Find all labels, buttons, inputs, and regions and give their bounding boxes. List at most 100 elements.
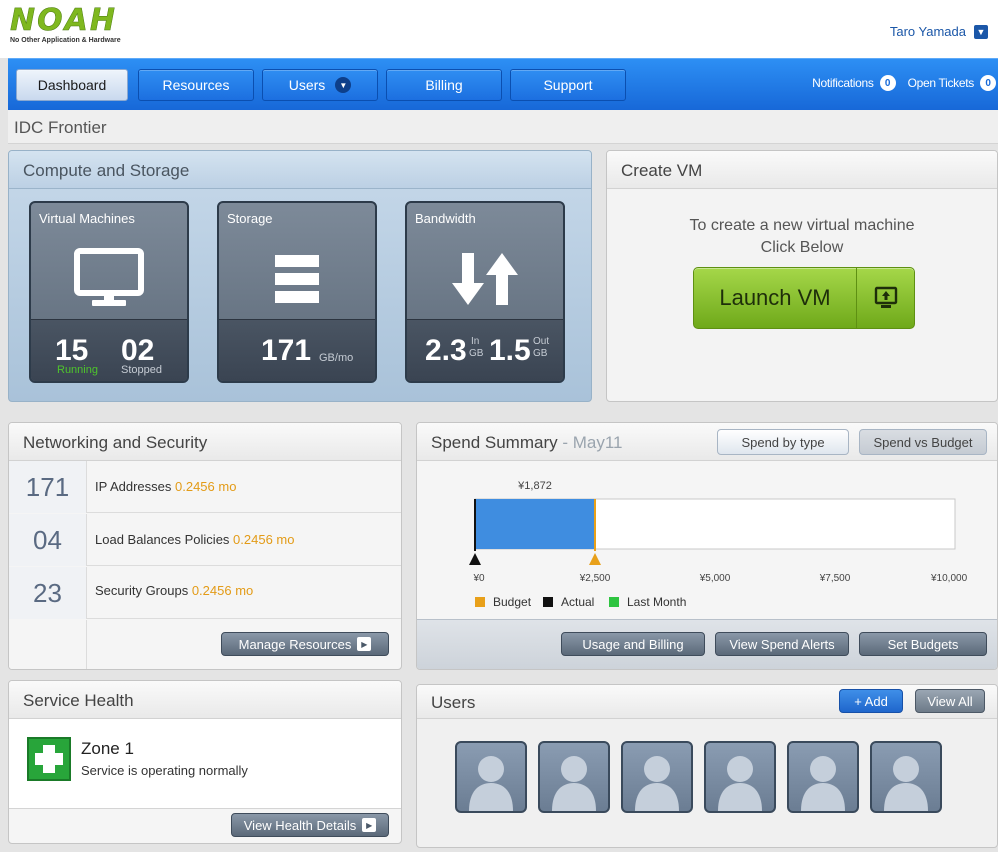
person-icon bbox=[718, 756, 762, 811]
spend-vs-budget-label: Spend vs Budget bbox=[873, 434, 973, 450]
vm-stopped-label: Stopped bbox=[121, 364, 162, 376]
spend-vs-budget-toggle[interactable]: Spend vs Budget bbox=[859, 429, 987, 455]
notifications-count[interactable]: 0 bbox=[879, 75, 896, 91]
usage-billing-button[interactable]: Usage and Billing bbox=[561, 632, 705, 656]
lb-label-text: Load Balances Policies bbox=[95, 532, 230, 547]
user-avatar[interactable] bbox=[787, 741, 859, 813]
storage-tile[interactable]: Storage 171 GB/mo bbox=[217, 201, 377, 383]
load-balancers-label: Load Balances Policies 0.2456 mo bbox=[95, 532, 294, 547]
user-avatar[interactable] bbox=[621, 741, 693, 813]
axis-ticks: ¥0 ¥2,500 ¥5,000 ¥7,500 ¥10,000 bbox=[472, 573, 967, 584]
chevron-down-icon: ▼ bbox=[335, 77, 352, 93]
networking-title: Networking and Security bbox=[9, 423, 401, 461]
bandwidth-out-value: 1.5 bbox=[489, 334, 531, 367]
view-all-users-button[interactable]: View All bbox=[915, 689, 985, 713]
user-avatar[interactable] bbox=[538, 741, 610, 813]
vm-tile-stats: 15 Running 02 Stopped bbox=[31, 319, 187, 381]
load-balancers-count: 04 bbox=[9, 514, 87, 566]
open-tickets-count[interactable]: 0 bbox=[980, 75, 996, 91]
zone-status[interactable]: Zone 1 Service is operating normally bbox=[9, 719, 401, 809]
nav-support-label: Support bbox=[543, 77, 593, 93]
bandwidth-in-value: 2.3 bbox=[425, 334, 467, 367]
spend-title: Spend Summary bbox=[431, 433, 558, 452]
health-details-label: View Health Details bbox=[243, 817, 357, 833]
load-balancers-row[interactable]: 04 Load Balances Policies 0.2456 mo bbox=[9, 514, 401, 566]
logo-wordmark: NOAH bbox=[10, 3, 117, 38]
legend-label: Budget bbox=[493, 595, 532, 609]
launch-vm-button[interactable]: Launch VM bbox=[693, 267, 915, 329]
top-header: NOAH No Other Application & Hardware Tar… bbox=[0, 0, 998, 58]
site-title-bar: IDC Frontier bbox=[8, 110, 998, 144]
nav-dashboard[interactable]: Dashboard bbox=[16, 69, 128, 101]
person-icon bbox=[552, 756, 596, 811]
manage-resources-button[interactable]: Manage Resources ▶ bbox=[221, 632, 389, 656]
set-budgets-label: Set Budgets bbox=[887, 636, 959, 652]
view-health-details-button[interactable]: View Health Details ▶ bbox=[231, 813, 389, 837]
bandwidth-in-unit: GB bbox=[469, 348, 484, 359]
create-vm-panel: Create VM To create a new virtual machin… bbox=[606, 150, 998, 402]
chevron-down-icon[interactable]: ▼ bbox=[974, 24, 988, 39]
person-icon bbox=[801, 756, 845, 811]
legend-swatch bbox=[609, 597, 619, 607]
bandwidth-out-unit: GB bbox=[533, 348, 548, 359]
lb-price: 0.2456 mo bbox=[233, 532, 295, 547]
spend-summary-panel: Spend Summary - May11 Spend by type Spen… bbox=[416, 422, 998, 670]
person-icon bbox=[884, 756, 928, 811]
security-groups-row[interactable]: 23 Security Groups 0.2456 mo bbox=[9, 567, 401, 619]
nav-support[interactable]: Support bbox=[510, 69, 626, 101]
user-avatar[interactable] bbox=[704, 741, 776, 813]
service-health-panel: Service Health Zone 1 Service is operati… bbox=[8, 680, 402, 844]
ip-addresses-row[interactable]: 171 IP Addresses 0.2456 mo bbox=[9, 461, 401, 513]
nav-billing[interactable]: Billing bbox=[386, 69, 502, 101]
create-vm-line1: To create a new virtual machine bbox=[689, 217, 915, 234]
nav-billing-label: Billing bbox=[425, 77, 463, 93]
nav-dashboard-label: Dashboard bbox=[37, 77, 107, 93]
spend-actions: Usage and Billing View Spend Alerts Set … bbox=[417, 619, 997, 669]
noah-logo[interactable]: NOAH No Other Application & Hardware bbox=[10, 3, 121, 44]
user-menu[interactable]: Taro Yamada ▼ bbox=[890, 24, 988, 39]
open-tickets-link[interactable]: Open Tickets bbox=[908, 76, 975, 90]
set-budgets-button[interactable]: Set Budgets bbox=[859, 632, 987, 656]
spend-by-type-label: Spend by type bbox=[741, 434, 825, 450]
user-name[interactable]: Taro Yamada bbox=[890, 24, 966, 39]
launch-vm-label: Launch VM bbox=[719, 285, 831, 310]
networking-footer: Manage Resources ▶ bbox=[9, 620, 401, 669]
notifications-link[interactable]: Notifications bbox=[812, 76, 874, 90]
legend-label: Actual bbox=[561, 595, 594, 609]
view-spend-alerts-button[interactable]: View Spend Alerts bbox=[715, 632, 849, 656]
budget-marker-triangle bbox=[589, 553, 601, 565]
virtual-machines-tile[interactable]: Virtual Machines 15 Running 02 Stopped bbox=[29, 201, 189, 383]
vm-stopped-count: 02 bbox=[121, 334, 155, 367]
bandwidth-in-label: In bbox=[471, 336, 480, 347]
storage-stack-icon bbox=[219, 239, 375, 319]
axis-tick-label: ¥5,000 bbox=[699, 573, 731, 584]
add-user-button[interactable]: + Add bbox=[839, 689, 903, 713]
axis-tick-label: ¥7,500 bbox=[819, 573, 851, 584]
bandwidth-tile[interactable]: Bandwidth 2.3 In GB 1.5 Out GB bbox=[405, 201, 565, 383]
zone-name: Zone 1 bbox=[81, 739, 134, 758]
axis-tick-label: ¥10,000 bbox=[930, 573, 968, 584]
add-user-label: + Add bbox=[854, 693, 888, 709]
ip-price: 0.2456 mo bbox=[175, 479, 237, 494]
nav-users[interactable]: Users ▼ bbox=[262, 69, 378, 101]
person-icon bbox=[469, 756, 513, 811]
play-arrow-icon: ▶ bbox=[357, 637, 372, 651]
person-icon bbox=[635, 756, 679, 811]
bandwidth-out-label: Out bbox=[533, 336, 550, 347]
bandwidth-tile-label: Bandwidth bbox=[415, 211, 476, 226]
networking-footer-spacer bbox=[9, 620, 87, 669]
ip-addresses-count: 171 bbox=[9, 461, 87, 513]
manage-resources-label: Manage Resources bbox=[238, 636, 352, 652]
spend-period: - May11 bbox=[562, 433, 623, 452]
storage-tile-stats: 171 GB/mo bbox=[219, 319, 375, 381]
service-health-title: Service Health bbox=[9, 681, 401, 719]
compute-storage-panel: Compute and Storage Virtual Machines 15 … bbox=[8, 150, 592, 402]
nav-resources[interactable]: Resources bbox=[138, 69, 254, 101]
zone-status-text: Service is operating normally bbox=[81, 763, 248, 778]
view-all-label: View All bbox=[927, 693, 973, 709]
storage-value: 171 bbox=[261, 334, 312, 367]
user-avatar[interactable] bbox=[870, 741, 942, 813]
legend-swatch bbox=[475, 597, 485, 607]
spend-by-type-toggle[interactable]: Spend by type bbox=[717, 429, 849, 455]
user-avatar[interactable] bbox=[455, 741, 527, 813]
